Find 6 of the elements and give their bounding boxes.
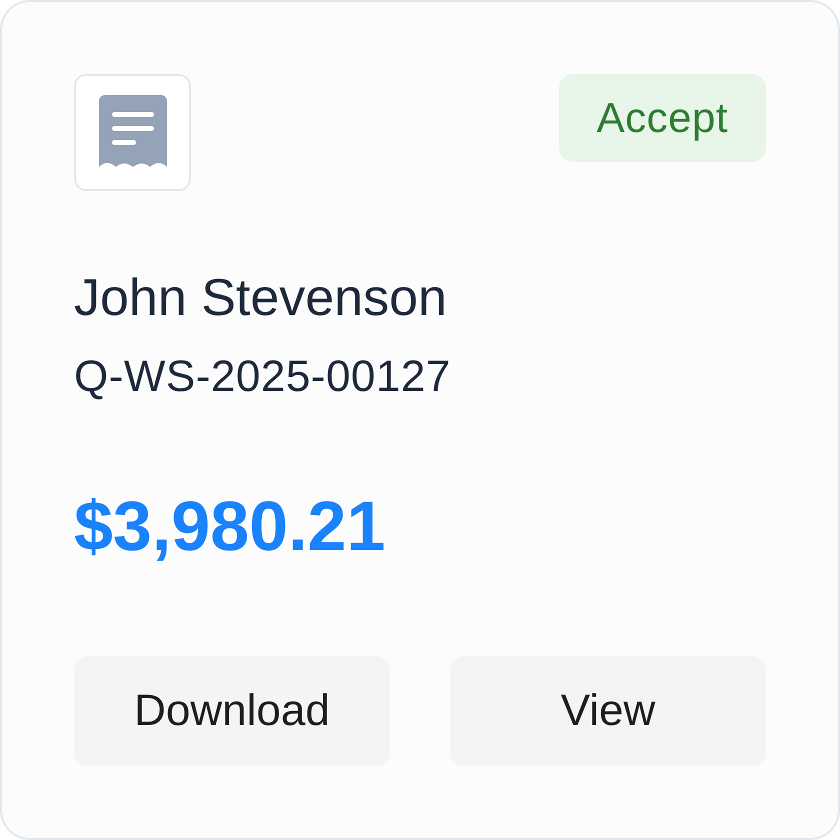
amount: $3,980.21: [74, 486, 386, 568]
download-button[interactable]: Download: [74, 656, 390, 766]
customer-name: John Stevenson: [74, 268, 448, 329]
quote-number: Q-WS-2025-00127: [74, 351, 452, 404]
view-button[interactable]: View: [450, 656, 766, 766]
status-badge: Accept: [558, 74, 766, 162]
